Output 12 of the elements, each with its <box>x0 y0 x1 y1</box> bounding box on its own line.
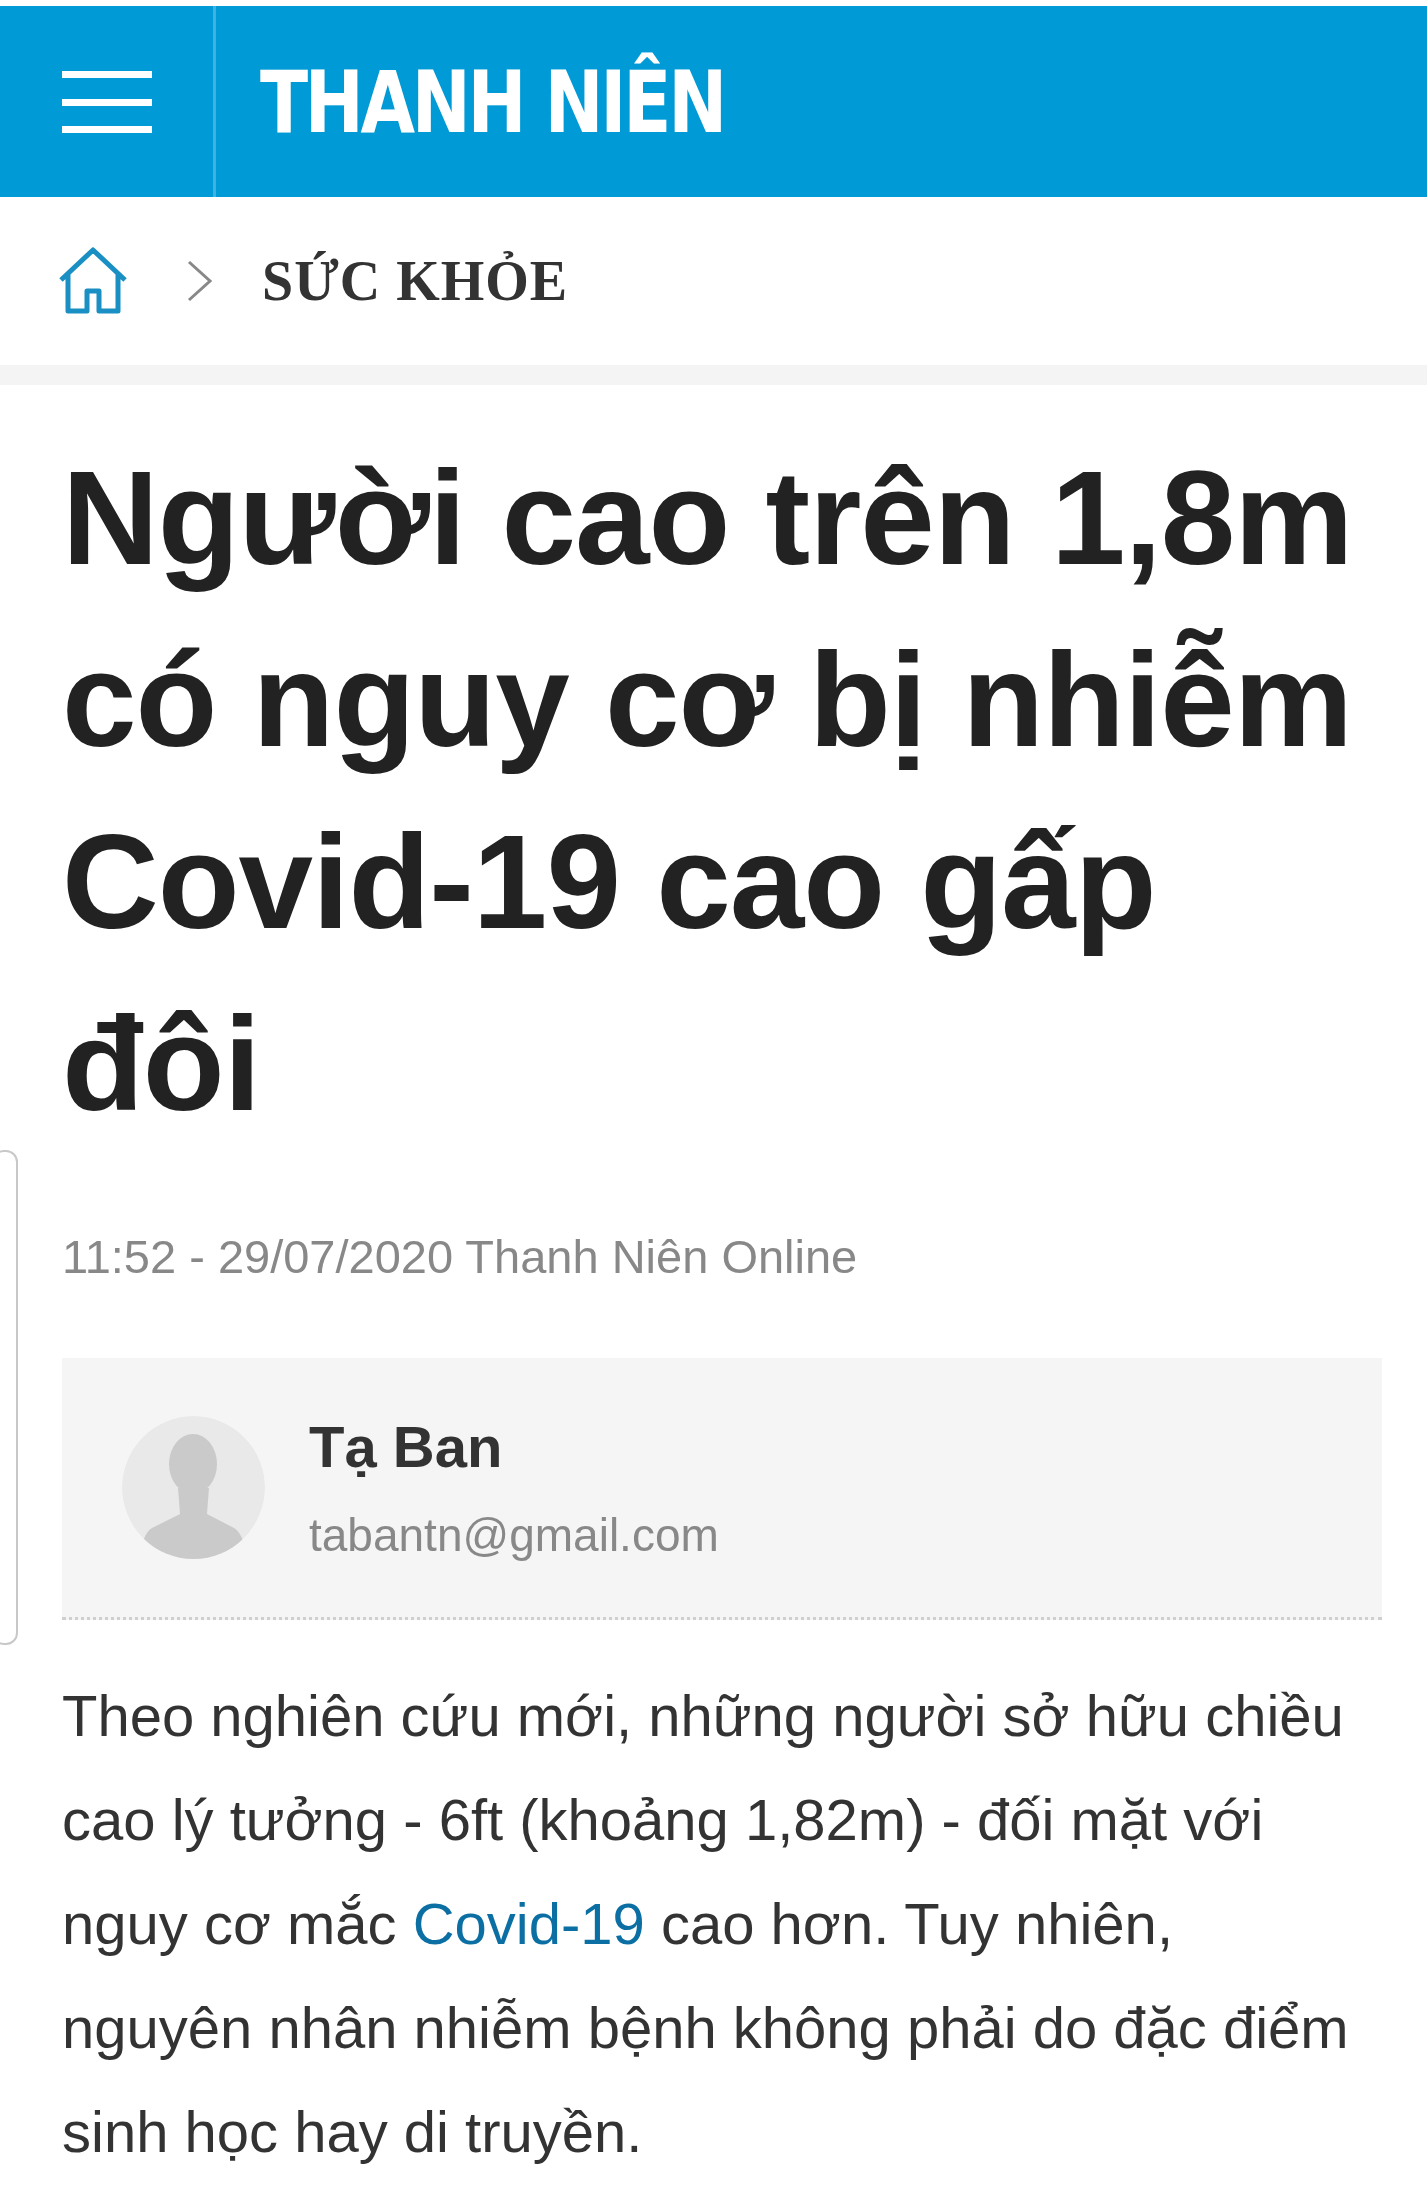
breadcrumb-link[interactable]: SỨC KHỎE <box>262 249 569 313</box>
chevron-icon <box>186 259 214 303</box>
author-email: tabantn@gmail.com <box>309 1508 719 1562</box>
article-link[interactable]: Covid-19 <box>412 1891 645 1956</box>
article-paragraph: Theo nghiên cứu mới, những người sở hữu chiều cao lý tưởng - 6ft (khoảng 1,82m) - đối mặt với nguy cơ mắc Covid-19 cao hơn. Tuy nhiên, nguyên nhân nhiễm bệnh không phải do đặc điểm sinh học hay di truyền. <box>62 1682 1350 2166</box>
menu-icon <box>61 70 152 133</box>
article-title: Người cao trên 1,8m có nguy cơ bị nhiễm Covid-19 cao gấp đôi <box>62 442 1354 1140</box>
author-name: Tạ Ban <box>309 1413 504 1480</box>
home-icon[interactable] <box>58 247 128 315</box>
avatar-icon <box>122 1416 265 1559</box>
article-meta: 11:52 - 29/07/2020 Thanh Niên Online <box>62 1229 859 1284</box>
site-logo[interactable]: THANH NIÊN <box>260 51 724 152</box>
